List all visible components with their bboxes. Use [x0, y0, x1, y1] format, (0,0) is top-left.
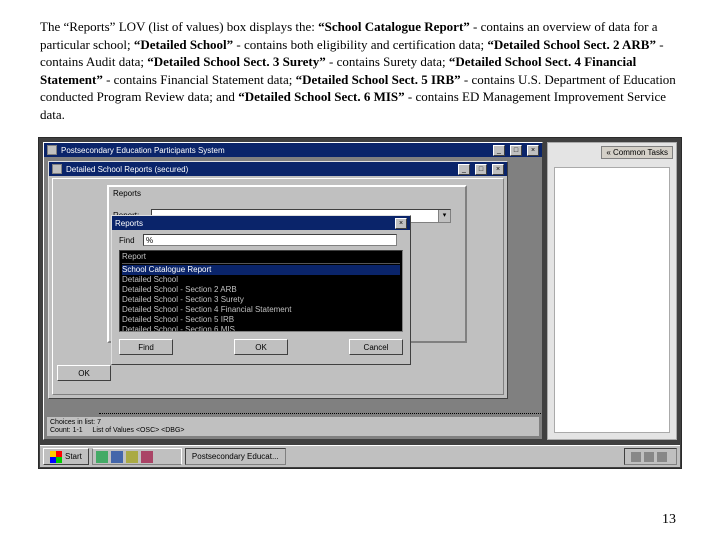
- lov-list-header: Report: [122, 252, 400, 264]
- lov-close-button[interactable]: ×: [395, 218, 407, 229]
- description-paragraph: The “Reports” LOV (list of values) box d…: [0, 0, 720, 131]
- lov-list-item[interactable]: Detailed School - Section 3 Surety: [122, 295, 400, 305]
- app-statusbar: Choices in list: 7 Count: 1-1 List of Va…: [47, 416, 539, 436]
- reports-body: Reports Report: ▾ Parameters OPE:: [52, 178, 504, 395]
- lov-find-input[interactable]: %: [143, 234, 397, 246]
- bottom-button-row: OK: [57, 365, 111, 381]
- chevron-down-icon[interactable]: ▾: [438, 210, 450, 222]
- embedded-screenshot: « Common Tasks Postsecondary Education P…: [38, 137, 682, 469]
- chevron-left-icon: «: [606, 148, 610, 157]
- lov-ok-button[interactable]: OK: [234, 339, 288, 355]
- reports-minimize-button[interactable]: _: [458, 164, 470, 175]
- tray-icon[interactable]: [631, 452, 641, 462]
- tray-icon[interactable]: [657, 452, 667, 462]
- lov-list-item[interactable]: Detailed School - Section 2 ARB: [122, 285, 400, 295]
- reports-window: Detailed School Reports (secured) _ □ × …: [48, 161, 508, 399]
- desc-item-1: “Detailed School”: [134, 37, 233, 52]
- lov-body: Find % Report School Catalogue Report De…: [115, 232, 407, 361]
- mdi-client-area: Detailed School Reports (secured) _ □ × …: [46, 159, 540, 413]
- desc-item-2: “Detailed School Sect. 2 ARB”: [487, 37, 656, 52]
- reports-titlebar[interactable]: Detailed School Reports (secured) _ □ ×: [49, 162, 507, 176]
- ok-button[interactable]: OK: [57, 365, 111, 381]
- right-panel: « Common Tasks: [547, 142, 677, 440]
- lov-titlebar[interactable]: Reports ×: [112, 216, 410, 230]
- right-panel-body: [554, 167, 670, 433]
- system-tray: [624, 448, 677, 465]
- tray-icon[interactable]: [644, 452, 654, 462]
- app-title: Postsecondary Education Participants Sys…: [61, 146, 225, 155]
- ql-icon[interactable]: [141, 451, 153, 463]
- windows-logo-icon: [50, 451, 62, 463]
- reports-maximize-button[interactable]: □: [475, 164, 487, 175]
- ql-icon[interactable]: [126, 451, 138, 463]
- lov-list-item[interactable]: Detailed School - Section 5 IRB: [122, 315, 400, 325]
- app-titlebar[interactable]: Postsecondary Education Participants Sys…: [44, 143, 542, 157]
- app-system-icon[interactable]: [47, 145, 57, 155]
- lov-list-item[interactable]: School Catalogue Report: [122, 265, 400, 275]
- lov-dialog: Reports × Find % Report School Catalog: [111, 215, 411, 365]
- lov-list-item[interactable]: Detailed School - Section 6 MIS: [122, 325, 400, 332]
- lov-list-item[interactable]: Detailed School: [122, 275, 400, 285]
- app-window: Postsecondary Education Participants Sys…: [43, 142, 543, 440]
- maximize-button[interactable]: □: [510, 145, 522, 156]
- ql-icon[interactable]: [111, 451, 123, 463]
- status-line-1: Choices in list: 7: [50, 419, 536, 426]
- status-line-2: Count: 1-1 List of Values <OSC> <DBG>: [50, 427, 536, 434]
- lov-find-button[interactable]: Find: [119, 339, 173, 355]
- lov-title: Reports: [115, 219, 143, 228]
- close-button[interactable]: ×: [527, 145, 539, 156]
- lov-list[interactable]: Report School Catalogue Report Detailed …: [119, 250, 403, 332]
- lov-button-row: Find OK Cancel: [119, 339, 403, 357]
- lov-find-label: Find: [119, 236, 135, 245]
- lov-list-item[interactable]: Detailed School - Section 4 Financial St…: [122, 305, 400, 315]
- desc-item-6: “Detailed School Sect. 6 MIS”: [238, 89, 404, 104]
- panel-title: Reports: [113, 189, 141, 198]
- desc-item-5: “Detailed School Sect. 5 IRB”: [296, 72, 461, 87]
- quick-launch: [92, 448, 182, 465]
- minimize-button[interactable]: _: [493, 145, 505, 156]
- ql-icon[interactable]: [96, 451, 108, 463]
- lov-cancel-button[interactable]: Cancel: [349, 339, 403, 355]
- taskbar: Start Postsecondary Educat...: [40, 445, 680, 467]
- taskbar-task-button[interactable]: Postsecondary Educat...: [185, 448, 286, 465]
- start-button[interactable]: Start: [43, 448, 89, 465]
- page-number: 13: [662, 512, 676, 528]
- desc-prefix: The “Reports” LOV (list of values) box d…: [40, 19, 318, 34]
- reports-close-button[interactable]: ×: [492, 164, 504, 175]
- reports-system-icon[interactable]: [52, 164, 62, 174]
- reports-title: Detailed School Reports (secured): [66, 165, 188, 174]
- desc-item-3: “Detailed School Sect. 3 Surety”: [147, 54, 326, 69]
- common-tasks-tab[interactable]: « Common Tasks: [601, 146, 673, 159]
- desc-item-0: “School Catalogue Report”: [318, 19, 470, 34]
- dotted-divider: [99, 413, 541, 414]
